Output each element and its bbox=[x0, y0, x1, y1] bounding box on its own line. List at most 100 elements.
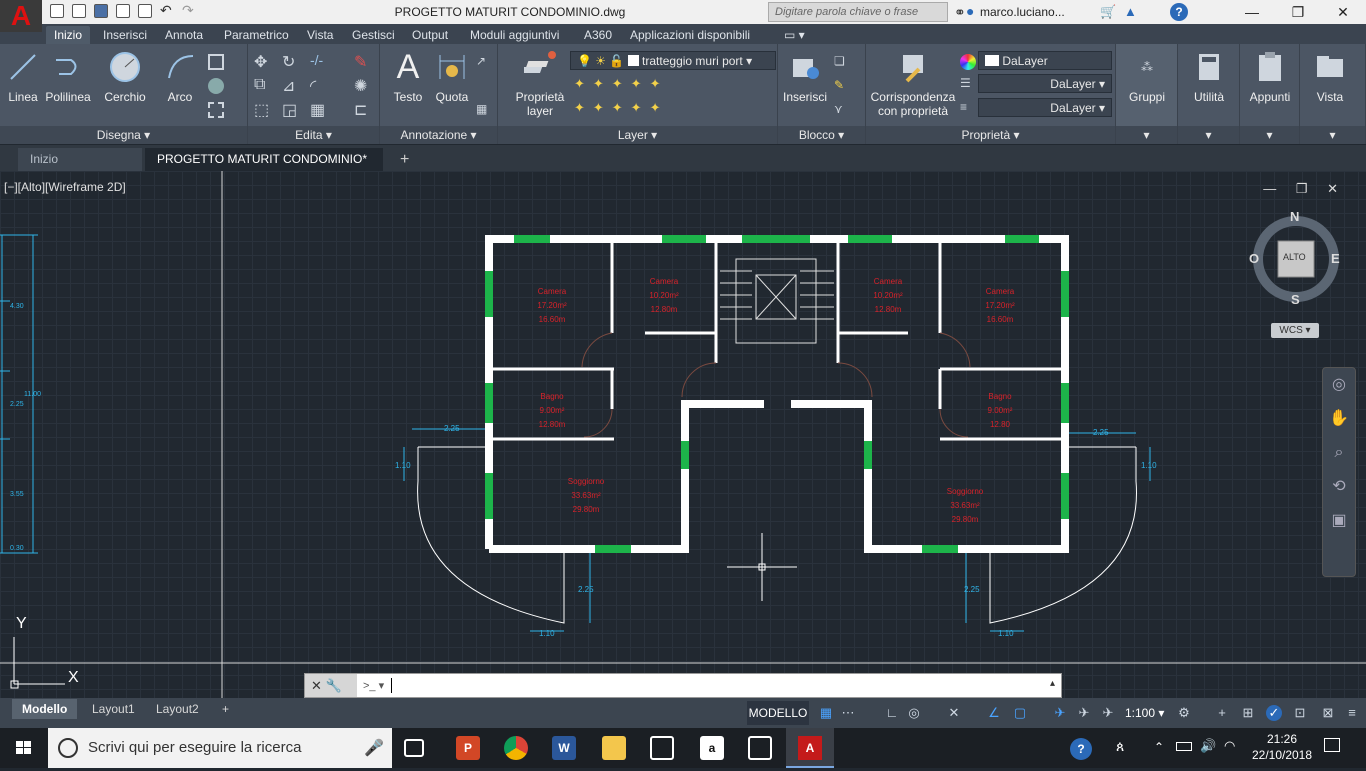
selection-cycling-icon[interactable]: ▢ bbox=[1012, 705, 1028, 721]
tab-annota[interactable]: Annota bbox=[165, 26, 203, 44]
clipboard-expand-icon[interactable]: ▾ bbox=[1240, 126, 1299, 144]
microphone-icon[interactable]: 🎤 bbox=[364, 738, 384, 758]
battery-icon[interactable] bbox=[1176, 742, 1192, 751]
tab-gestisci[interactable]: Gestisci bbox=[352, 26, 395, 44]
add-layout-button[interactable]: + bbox=[212, 699, 239, 719]
viewcube-north[interactable]: N bbox=[1290, 209, 1299, 224]
isolate-icon[interactable]: ✓ bbox=[1266, 705, 1282, 721]
insert-block-button[interactable]: Inserisci bbox=[780, 50, 830, 104]
groups-expand-icon[interactable]: ▾ bbox=[1116, 126, 1177, 144]
print-icon[interactable] bbox=[138, 4, 152, 18]
maximize-button[interactable]: ❐ bbox=[1275, 0, 1321, 24]
amazon-icon[interactable]: a bbox=[700, 736, 724, 760]
layer-dropdown[interactable]: 💡 ☀ 🔓 tratteggio muri port ▾ bbox=[570, 51, 776, 70]
layer-tools2-icon[interactable]: ✦✦✦✦✦ bbox=[574, 100, 754, 116]
chrome-icon[interactable] bbox=[504, 736, 528, 760]
command-line[interactable]: ✕ 🔧 >_ ▾ ▴ bbox=[304, 673, 1062, 698]
units-icon[interactable]: ⊞ bbox=[1240, 705, 1256, 721]
move-icon[interactable]: ✥ bbox=[254, 52, 270, 71]
task-view-icon[interactable] bbox=[404, 739, 424, 757]
polyline-button[interactable]: Polilinea bbox=[44, 50, 92, 104]
binoculars-icon[interactable]: ⚭ bbox=[954, 4, 966, 21]
circle-button[interactable]: Cerchio bbox=[100, 50, 150, 104]
panel-gruppi[interactable]: ⁂ Gruppi ▾ bbox=[1116, 44, 1178, 144]
panel-vista[interactable]: Vista ▾ bbox=[1300, 44, 1366, 144]
array-icon[interactable]: ▦ bbox=[310, 100, 326, 119]
tab-layout2[interactable]: Layout2 bbox=[146, 699, 209, 719]
pan-icon[interactable]: ✋ bbox=[1323, 402, 1355, 436]
steering-wheel-icon[interactable]: ◎ bbox=[1323, 368, 1355, 402]
system-clock[interactable]: 21:26 22/10/2018 bbox=[1250, 731, 1314, 763]
lineweight-icon[interactable]: ≡ bbox=[960, 100, 976, 116]
boundary-icon[interactable] bbox=[208, 102, 224, 118]
rotate-icon[interactable]: ↻ bbox=[282, 52, 298, 71]
cart-icon[interactable]: 🛒 bbox=[1100, 4, 1116, 20]
tab-parametrico[interactable]: Parametrico bbox=[224, 26, 289, 44]
edit-block-icon[interactable]: ✎ bbox=[834, 78, 850, 94]
panel-title-layer[interactable]: Layer ▾ bbox=[498, 126, 777, 144]
explode-icon[interactable]: ✺ bbox=[354, 76, 370, 95]
polar-icon[interactable]: ◎ bbox=[906, 705, 922, 721]
user-icon[interactable]: ● bbox=[966, 3, 974, 19]
save-icon[interactable] bbox=[94, 4, 108, 18]
close-button[interactable]: ✕ bbox=[1320, 0, 1366, 24]
tab-output[interactable]: Output bbox=[412, 26, 448, 44]
scale-icon[interactable]: ◲ bbox=[282, 100, 298, 119]
linetype-icon[interactable]: ☰ bbox=[960, 76, 976, 92]
tab-inizio[interactable]: Inizio bbox=[46, 26, 91, 44]
panel-appunti[interactable]: Appunti ▾ bbox=[1240, 44, 1300, 144]
rectangle-icon[interactable] bbox=[208, 54, 224, 70]
file-tab-home[interactable]: Inizio bbox=[18, 148, 142, 171]
tab-inserisci[interactable]: Inserisci bbox=[103, 26, 147, 44]
groups-button[interactable]: ⁂ Gruppi bbox=[1116, 50, 1178, 104]
copy-icon[interactable]: ⧉ bbox=[254, 76, 270, 93]
clipboard-button[interactable]: Appunti bbox=[1240, 50, 1300, 104]
offset-icon[interactable]: ⊏ bbox=[354, 100, 370, 119]
command-line-handle[interactable]: ✕ 🔧 bbox=[305, 674, 357, 697]
hatch-icon[interactable] bbox=[208, 78, 224, 94]
annotation-scale-icon[interactable]: ✈ bbox=[1052, 705, 1068, 721]
taskbar-search-input[interactable]: Scrivi qui per eseguire la ricerca bbox=[48, 728, 392, 768]
utilities-expand-icon[interactable]: ▾ bbox=[1178, 126, 1239, 144]
tab-modello[interactable]: Modello bbox=[12, 699, 78, 719]
ortho-icon[interactable]: ∟ bbox=[884, 705, 900, 721]
file-explorer-icon[interactable] bbox=[602, 736, 626, 760]
erase-icon[interactable]: ✎ bbox=[354, 52, 370, 71]
minimize-button[interactable]: — bbox=[1229, 0, 1275, 24]
exchange-icon[interactable]: ▲ bbox=[1124, 4, 1137, 19]
open-file-icon[interactable] bbox=[72, 4, 86, 18]
color-wheel-icon[interactable] bbox=[960, 54, 976, 70]
tab-moduli[interactable]: Moduli aggiuntivi bbox=[470, 26, 559, 44]
customize-status-icon[interactable]: ≡ bbox=[1344, 705, 1360, 721]
hardware-icon[interactable]: ⊡ bbox=[1292, 705, 1308, 721]
trim-icon[interactable]: -/- bbox=[310, 52, 326, 68]
photos-icon[interactable] bbox=[748, 736, 772, 760]
navigation-bar[interactable]: ◎ ✋ ⌕ ⟲ ▣ bbox=[1322, 367, 1356, 577]
block-attr-icon[interactable]: ⋎ bbox=[834, 102, 850, 118]
powerpoint-icon[interactable]: P bbox=[456, 736, 480, 760]
tab-vista[interactable]: Vista bbox=[307, 26, 333, 44]
utilities-button[interactable]: Utilità bbox=[1178, 50, 1240, 104]
line-button[interactable]: Linea bbox=[4, 50, 42, 104]
view-button[interactable]: Vista bbox=[1300, 50, 1360, 104]
customize-icon[interactable]: 🔧 bbox=[326, 678, 342, 693]
text-button[interactable]: A Testo bbox=[388, 50, 428, 104]
user-account[interactable]: marco.luciano... bbox=[980, 5, 1065, 19]
help-tray-icon[interactable]: ? bbox=[1070, 738, 1092, 760]
undo-icon[interactable]: ↶ bbox=[160, 3, 174, 18]
autocad-taskbar-icon[interactable]: A bbox=[786, 728, 834, 768]
tab-app[interactable]: Applicazioni disponibili bbox=[630, 26, 750, 44]
clean-screen-icon[interactable]: ⊠ bbox=[1320, 705, 1336, 721]
fillet-icon[interactable]: ◜ bbox=[310, 76, 326, 95]
annotation-visibility-icon[interactable]: ✈ bbox=[1076, 705, 1092, 721]
mail-icon[interactable] bbox=[650, 736, 674, 760]
help-icon[interactable]: ? bbox=[1170, 3, 1188, 21]
annotation-scale-dropdown[interactable]: 1:100 ▾ bbox=[1125, 706, 1164, 720]
viewcube-face-top[interactable]: ALTO bbox=[1283, 252, 1306, 262]
view-expand-icon[interactable]: ▾ bbox=[1300, 126, 1365, 144]
tray-chevron-icon[interactable]: ⌃ bbox=[1154, 740, 1164, 754]
notifications-icon[interactable] bbox=[1324, 738, 1340, 752]
linetype-dropdown[interactable]: DaLayer ▾ bbox=[978, 74, 1112, 93]
wifi-icon[interactable]: ◠ bbox=[1224, 738, 1235, 754]
grid-icon[interactable]: ▦ bbox=[818, 705, 834, 721]
